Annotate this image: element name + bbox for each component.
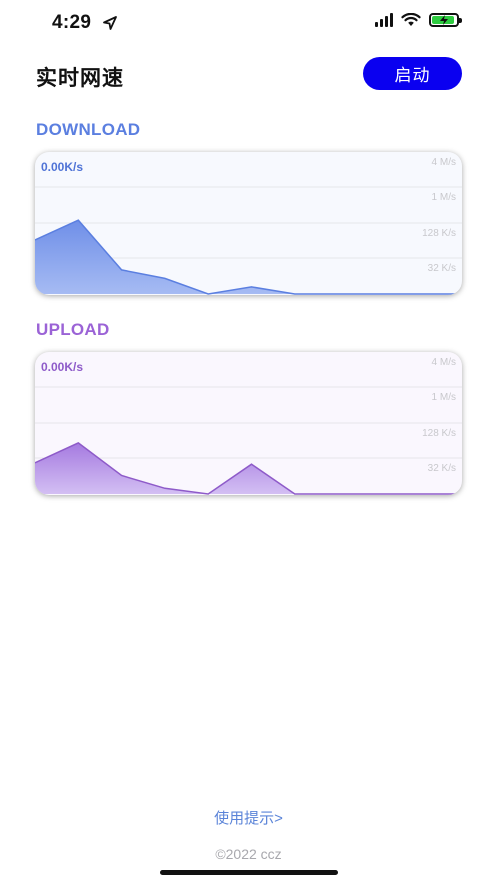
download-chart-card: 0.00K/s 4 M/s 1 M/s 128 K/s 32 K/s xyxy=(35,152,462,295)
download-tick-4m: 4 M/s xyxy=(431,157,456,168)
page-title: 实时网速 xyxy=(36,67,124,90)
upload-chart xyxy=(35,386,462,495)
upload-tick-1m: 1 M/s xyxy=(431,392,456,403)
upload-area xyxy=(35,442,462,494)
upload-tick-4m: 4 M/s xyxy=(431,357,456,368)
download-tick-32k: 32 K/s xyxy=(427,263,456,274)
upload-tick-128k: 128 K/s xyxy=(422,428,456,439)
copyright-text: ©2022 ccz xyxy=(215,846,282,862)
location-arrow-icon xyxy=(103,16,117,30)
download-tick-128k: 128 K/s xyxy=(422,228,456,239)
battery-charging-icon xyxy=(429,13,462,27)
download-tick-1m: 1 M/s xyxy=(431,192,456,203)
download-section-label: DOWNLOAD xyxy=(36,120,141,139)
download-chart xyxy=(35,186,462,295)
status-bar: 4:29 xyxy=(0,0,497,48)
upload-section-label: UPLOAD xyxy=(36,320,110,339)
upload-current-speed: 0.00K/s xyxy=(41,360,84,374)
download-current-speed: 0.00K/s xyxy=(41,160,84,174)
upload-tick-32k: 32 K/s xyxy=(427,463,456,474)
status-time: 4:29 xyxy=(52,12,92,33)
wifi-icon xyxy=(401,13,421,26)
signal-icon xyxy=(375,13,393,27)
upload-chart-card: 0.00K/s 4 M/s 1 M/s 128 K/s 32 K/s xyxy=(35,352,462,495)
home-indicator xyxy=(160,870,338,875)
start-button[interactable]: 启动 xyxy=(363,57,462,90)
usage-tips-link[interactable]: 使用提示> xyxy=(0,807,497,828)
download-area xyxy=(35,220,462,294)
